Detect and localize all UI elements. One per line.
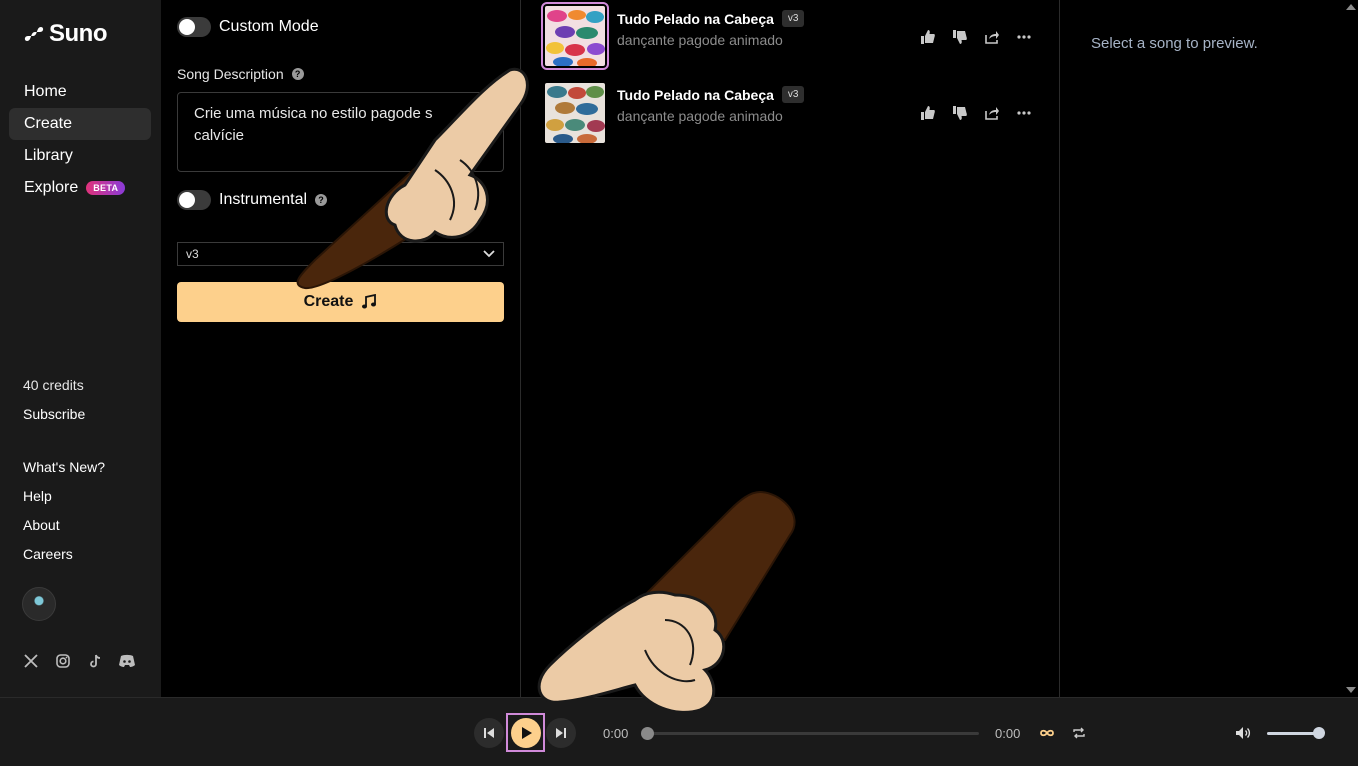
create-panel: Custom Mode Song Description ? Crie uma … xyxy=(161,0,520,697)
player-bar: 0:00 0:00 xyxy=(0,697,1358,766)
nav-home[interactable]: Home xyxy=(9,76,151,108)
help-icon[interactable]: ? xyxy=(315,194,328,206)
play-button[interactable] xyxy=(510,717,541,748)
custom-mode-label: Custom Mode xyxy=(219,18,319,35)
song-cover[interactable] xyxy=(545,83,605,143)
repeat-icon[interactable] xyxy=(1070,724,1088,742)
thumbs-up-icon[interactable] xyxy=(919,28,937,46)
tiktok-icon[interactable] xyxy=(86,652,104,670)
song-tags[interactable]: dançante pagode animado xyxy=(617,32,783,48)
current-time: 0:00 xyxy=(603,726,629,741)
scroll-down-arrow-icon[interactable] xyxy=(1346,687,1356,693)
social-links xyxy=(22,652,136,670)
share-icon[interactable] xyxy=(983,104,1001,122)
thumbs-down-icon[interactable] xyxy=(951,28,969,46)
instagram-icon[interactable] xyxy=(54,652,72,670)
song-description-value: Crie uma música no estilo pagode s calví… xyxy=(194,105,433,144)
sidebar: Suno Home Create Library Explore BETA 40… xyxy=(0,0,161,697)
nav-home-label: Home xyxy=(24,83,67,100)
song-actions xyxy=(919,28,1033,46)
song-description-label: Song Description xyxy=(177,66,284,82)
music-note-icon xyxy=(362,294,377,309)
beta-badge: BETA xyxy=(86,181,126,195)
chevron-down-icon xyxy=(483,250,495,258)
instrumental-row: Instrumental ? xyxy=(177,190,328,210)
panel-divider xyxy=(1059,0,1060,697)
nav-library[interactable]: Library xyxy=(9,140,151,172)
thumbs-down-icon[interactable] xyxy=(951,104,969,122)
create-button[interactable]: Create xyxy=(177,282,504,322)
skip-back-icon xyxy=(484,728,494,738)
instrumental-label: Instrumental xyxy=(219,191,308,208)
brand-name: Suno xyxy=(49,20,108,47)
avatar[interactable] xyxy=(22,587,56,621)
song-title[interactable]: Tudo Pelado na Cabeça xyxy=(617,87,774,103)
infinity-icon[interactable] xyxy=(1038,724,1056,742)
custom-mode-toggle[interactable] xyxy=(177,17,211,37)
volume-icon[interactable] xyxy=(1234,724,1252,742)
version-badge: v3 xyxy=(781,10,805,27)
song-row[interactable]: Tudo Pelado na Cabeça v3 dançante pagode… xyxy=(539,2,1049,75)
whats-new-link[interactable]: What's New? xyxy=(23,459,105,475)
nav-create[interactable]: Create xyxy=(9,108,151,140)
volume-track[interactable] xyxy=(1267,732,1319,735)
scroll-up-arrow-icon[interactable] xyxy=(1346,4,1356,10)
more-options-icon[interactable] xyxy=(1015,104,1033,122)
progress-knob[interactable] xyxy=(641,727,654,740)
main-nav: Home Create Library Explore BETA xyxy=(9,76,151,204)
nav-explore-label: Explore xyxy=(24,179,79,196)
song-cover[interactable] xyxy=(541,2,609,70)
nav-library-label: Library xyxy=(24,147,73,164)
credits-count: 40 credits xyxy=(23,377,84,393)
skip-forward-icon xyxy=(556,728,566,738)
nav-create-label: Create xyxy=(24,115,73,132)
pointing-hand-icon xyxy=(537,490,796,714)
suno-logo-icon xyxy=(24,27,44,41)
version-badge: v3 xyxy=(781,86,805,103)
song-row[interactable]: Tudo Pelado na Cabeça v3 dançante pagode… xyxy=(539,79,1049,151)
song-title-row: Tudo Pelado na Cabeça v3 xyxy=(617,10,805,27)
scrollbar[interactable] xyxy=(1343,0,1358,697)
play-icon xyxy=(521,726,532,739)
volume-knob[interactable] xyxy=(1313,727,1325,739)
careers-link[interactable]: Careers xyxy=(23,546,73,562)
progress-track[interactable] xyxy=(645,732,979,735)
subscribe-link[interactable]: Subscribe xyxy=(23,406,85,422)
help-link[interactable]: Help xyxy=(23,488,52,504)
help-icon[interactable]: ? xyxy=(291,68,304,80)
about-link[interactable]: About xyxy=(23,517,60,533)
panel-divider xyxy=(520,0,521,697)
discord-icon[interactable] xyxy=(118,652,136,670)
thumbs-up-icon[interactable] xyxy=(919,104,937,122)
song-title[interactable]: Tudo Pelado na Cabeça xyxy=(617,11,774,27)
share-icon[interactable] xyxy=(983,28,1001,46)
suno-logo[interactable]: Suno xyxy=(23,20,108,48)
play-button-focus xyxy=(506,713,545,752)
song-description-label-row: Song Description ? xyxy=(177,66,304,82)
song-title-row: Tudo Pelado na Cabeça v3 xyxy=(617,86,805,103)
song-tags[interactable]: dançante pagode animado xyxy=(617,108,783,124)
previous-button[interactable] xyxy=(474,718,504,748)
model-select[interactable]: v3 xyxy=(177,242,504,266)
x-icon[interactable] xyxy=(22,652,40,670)
song-actions xyxy=(919,104,1033,122)
song-description-input[interactable]: Crie uma música no estilo pagode s calví… xyxy=(177,92,504,172)
next-button[interactable] xyxy=(546,718,576,748)
custom-mode-row: Custom Mode xyxy=(177,17,319,37)
more-options-icon[interactable] xyxy=(1015,28,1033,46)
duration: 0:00 xyxy=(995,726,1021,741)
model-select-value: v3 xyxy=(186,247,199,261)
instrumental-toggle[interactable] xyxy=(177,190,211,210)
nav-explore[interactable]: Explore BETA xyxy=(9,172,151,204)
preview-placeholder: Select a song to preview. xyxy=(1091,35,1258,52)
create-button-label: Create xyxy=(303,293,354,310)
